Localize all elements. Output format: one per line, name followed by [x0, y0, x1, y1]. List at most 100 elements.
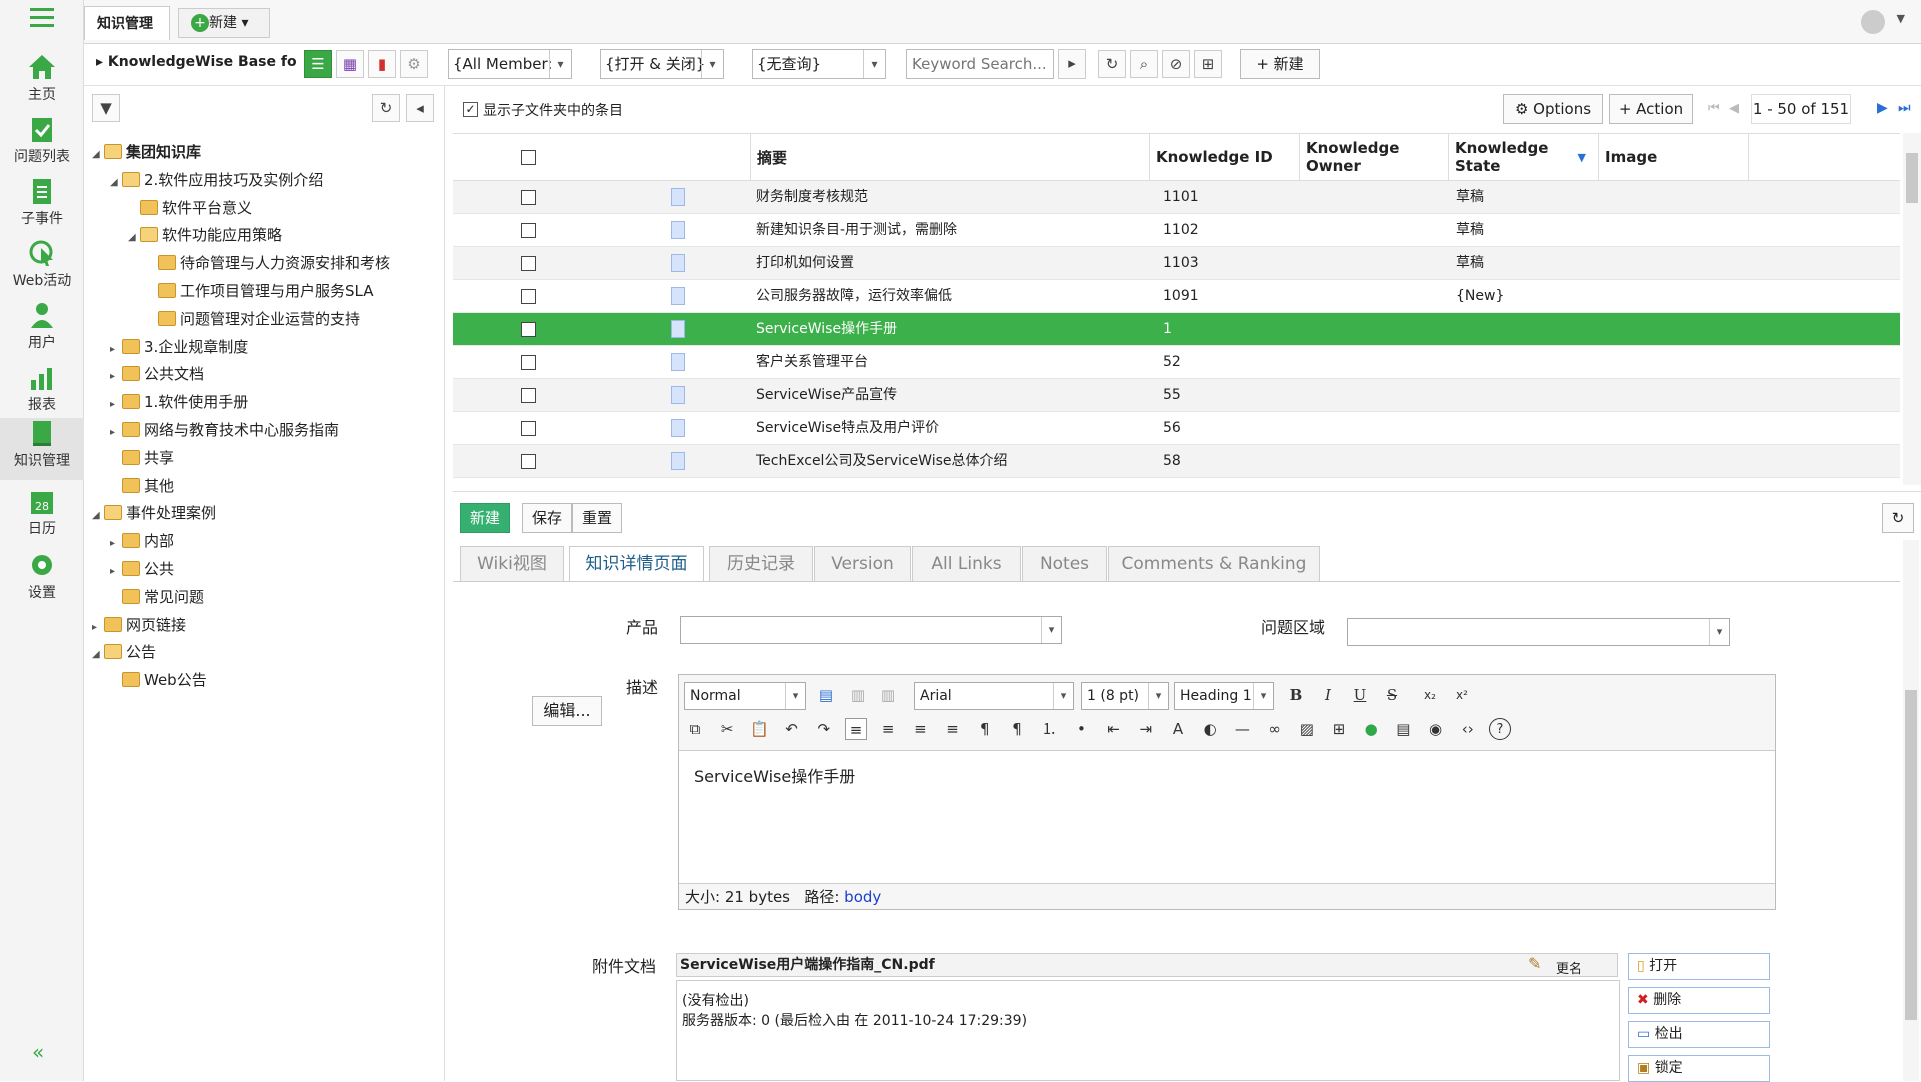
- member-filter-select[interactable]: {All Member:▾: [448, 49, 572, 79]
- delete-attachment-button[interactable]: ✖ 删除: [1628, 987, 1770, 1014]
- options-button[interactable]: ⚙ Options: [1503, 94, 1603, 124]
- paste-icon[interactable]: 📋: [748, 718, 770, 740]
- tree-node[interactable]: ▸网络与教育技术中心服务指南: [110, 418, 339, 442]
- column-header-image[interactable]: Image: [1599, 133, 1749, 181]
- last-page-icon[interactable]: ⏭: [1898, 100, 1911, 116]
- collapsed-triangle-icon[interactable]: ▸: [110, 365, 122, 389]
- nav-knowledge[interactable]: 知识管理: [0, 418, 84, 480]
- list-view-button[interactable]: ☰: [304, 50, 332, 78]
- prev-page-icon[interactable]: ◀: [1729, 101, 1739, 116]
- tab-knowledge[interactable]: 知识管理: [84, 6, 170, 40]
- collapsed-triangle-icon[interactable]: ▸: [110, 421, 122, 445]
- tree-node[interactable]: ◢软件功能应用策略: [128, 223, 282, 247]
- ltr-icon[interactable]: ¶: [974, 718, 996, 740]
- tree-node[interactable]: ◢2.软件应用技巧及实例介绍: [110, 168, 323, 192]
- heading-select[interactable]: Heading 1▾: [1174, 682, 1274, 710]
- tab-comments-ranking[interactable]: Comments & Ranking: [1108, 546, 1320, 582]
- expanded-triangle-icon[interactable]: ◢: [92, 143, 104, 167]
- pencil-icon[interactable]: ✎: [1528, 954, 1541, 973]
- collapsed-triangle-icon[interactable]: ▸: [110, 532, 122, 556]
- table-icon[interactable]: ⊞: [1328, 718, 1350, 740]
- expanded-triangle-icon[interactable]: ◢: [92, 643, 104, 667]
- query-filter-select[interactable]: {无查询}▾: [752, 49, 886, 79]
- column-header-summary[interactable]: 摘要: [750, 133, 1150, 181]
- hamburger-menu-icon[interactable]: [30, 8, 54, 28]
- ordered-list-icon[interactable]: ⒈: [1038, 718, 1060, 740]
- tree-node[interactable]: 其他: [110, 474, 174, 498]
- tree-node[interactable]: ▸3.企业规章制度: [110, 335, 248, 359]
- first-page-icon[interactable]: ⏮: [1708, 101, 1720, 116]
- tree-refresh-button[interactable]: ↻: [372, 94, 400, 122]
- expanded-triangle-icon[interactable]: ◢: [128, 226, 140, 250]
- tree-node[interactable]: 共享: [110, 446, 174, 470]
- open-attachment-button[interactable]: ▯ 打开: [1628, 953, 1770, 980]
- column-header-knowledge-id[interactable]: Knowledge ID: [1150, 133, 1300, 181]
- grid-scrollbar[interactable]: [1903, 133, 1921, 485]
- font-size-select[interactable]: 1 (8 pt)▾: [1081, 682, 1169, 710]
- nav-subevents[interactable]: 子事件: [0, 176, 84, 238]
- row-checkbox[interactable]: [521, 454, 536, 469]
- tree-node[interactable]: 软件平台意义: [128, 196, 252, 220]
- new-tab-button[interactable]: +新建 ▾: [178, 8, 270, 38]
- row-checkbox[interactable]: [521, 223, 536, 238]
- tree-node[interactable]: 待命管理与人力资源安排和考核: [146, 251, 390, 275]
- table-row[interactable]: 新建知识条目-用于测试，需删除1102草稿: [453, 214, 1900, 247]
- tree-node[interactable]: ▸公共: [110, 557, 174, 581]
- detail-refresh-button[interactable]: ↻: [1882, 503, 1914, 533]
- source-code-icon[interactable]: ‹›: [1457, 718, 1479, 740]
- detail-new-button[interactable]: 新建: [460, 503, 510, 533]
- collapsed-triangle-icon[interactable]: ▸: [110, 393, 122, 417]
- indent-icon[interactable]: ⇥: [1135, 718, 1157, 740]
- row-checkbox[interactable]: [521, 355, 536, 370]
- tab-notes[interactable]: Notes: [1022, 546, 1107, 582]
- tree-node[interactable]: Web公告: [110, 668, 207, 692]
- filter-icon[interactable]: ▼: [92, 94, 120, 122]
- scrollbar-thumb[interactable]: [1906, 153, 1918, 203]
- tree-node[interactable]: ▸公共文档: [110, 362, 204, 386]
- search-icon[interactable]: ⌕: [1130, 50, 1158, 78]
- issue-area-select[interactable]: ▾: [1347, 618, 1730, 646]
- column-header-knowledge-owner[interactable]: Knowledge Owner: [1300, 133, 1449, 181]
- tab-wiki-view[interactable]: Wiki视图: [460, 546, 564, 582]
- tree-node[interactable]: 常见问题: [110, 585, 204, 609]
- italic-icon[interactable]: I: [1317, 684, 1339, 706]
- new-item-button[interactable]: + 新建: [1240, 49, 1320, 79]
- row-checkbox[interactable]: [521, 289, 536, 304]
- collapsed-triangle-icon[interactable]: ▸: [110, 338, 122, 362]
- font-family-select[interactable]: Arial▾: [914, 682, 1074, 710]
- filter-settings-icon[interactable]: ⊞: [1194, 50, 1222, 78]
- justify-icon[interactable]: ≡: [942, 718, 964, 740]
- tree-node[interactable]: 工作项目管理与用户服务SLA: [146, 279, 374, 303]
- link-icon[interactable]: ∞: [1264, 718, 1286, 740]
- table-row[interactable]: ServiceWise特点及用户评价56: [453, 412, 1900, 445]
- nav-calendar[interactable]: 28 日历: [0, 486, 84, 548]
- table-row[interactable]: 公司服务器故障，运行效率偏低1091{New}: [453, 280, 1900, 313]
- path-link[interactable]: body: [844, 888, 881, 906]
- expanded-triangle-icon[interactable]: ◢: [92, 504, 104, 528]
- row-checkbox[interactable]: [521, 256, 536, 271]
- tree-node[interactable]: ◢集团知识库: [92, 140, 201, 164]
- keyword-search-input[interactable]: [906, 49, 1054, 79]
- grid-view-button[interactable]: ▦: [336, 50, 364, 78]
- outdent-icon[interactable]: ▥: [847, 684, 869, 706]
- nav-users[interactable]: 用户: [0, 300, 84, 362]
- tree-node[interactable]: ▸网页链接: [92, 613, 186, 637]
- nav-web-activity[interactable]: Web活动: [0, 238, 84, 300]
- bullet-list-icon[interactable]: •: [1070, 718, 1092, 740]
- collapse-nav-icon[interactable]: «: [32, 1040, 44, 1064]
- align-center-icon[interactable]: ≡: [877, 718, 899, 740]
- avatar-dropdown-icon[interactable]: ▼: [1897, 12, 1905, 25]
- undo-icon[interactable]: ↶: [781, 718, 803, 740]
- avatar[interactable]: [1861, 10, 1885, 34]
- align-icon[interactable]: ▤: [815, 684, 837, 706]
- tree-node[interactable]: ◢事件处理案例: [92, 501, 216, 525]
- underline-icon[interactable]: U: [1349, 684, 1371, 706]
- product-select[interactable]: ▾: [680, 616, 1062, 644]
- strikethrough-icon[interactable]: S: [1381, 684, 1403, 706]
- flash-icon[interactable]: ●: [1360, 718, 1382, 740]
- row-checkbox[interactable]: [521, 421, 536, 436]
- show-subfolder-checkbox[interactable]: ✓: [463, 102, 478, 117]
- scrollbar-thumb[interactable]: [1905, 690, 1917, 1020]
- nav-settings[interactable]: 设置: [0, 550, 84, 612]
- state-filter-select[interactable]: {打开 & 关闭}▾: [600, 49, 724, 79]
